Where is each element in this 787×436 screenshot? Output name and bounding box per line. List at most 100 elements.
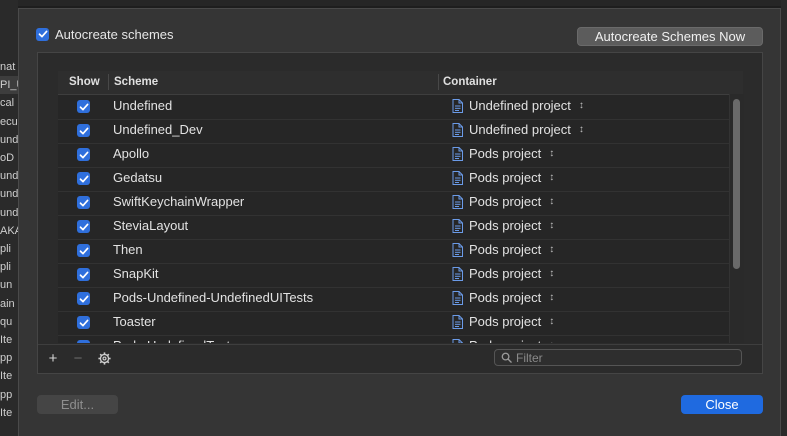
checkmark-icon bbox=[79, 247, 88, 254]
table-row[interactable]: SwiftKeychainWrapper Pods project ↕ bbox=[58, 191, 733, 216]
table-row[interactable]: SteviaLayout Pods project ↕ bbox=[58, 215, 733, 240]
checkmark-icon bbox=[79, 295, 88, 302]
scheme-name: Undefined bbox=[113, 98, 173, 113]
background-sidebar-item: und bbox=[0, 188, 18, 201]
project-document-icon bbox=[452, 170, 463, 185]
gear-icon bbox=[97, 351, 111, 365]
container-popup[interactable]: Undefined project ↕ bbox=[452, 98, 584, 113]
background-sidebar-item: qu bbox=[0, 315, 13, 328]
checkmark-icon bbox=[79, 342, 89, 344]
autocreate-schemes-now-button[interactable]: Autocreate Schemes Now bbox=[577, 27, 763, 46]
close-button[interactable]: Close bbox=[681, 395, 763, 414]
project-document-icon bbox=[452, 290, 463, 305]
project-document-icon bbox=[452, 98, 463, 113]
background-sidebar-item: pli bbox=[0, 243, 12, 255]
checkmark-icon bbox=[79, 319, 88, 326]
container-label: Pods project bbox=[469, 314, 542, 329]
checkmark-icon bbox=[79, 175, 88, 182]
project-document-icon bbox=[452, 242, 463, 257]
project-document-icon bbox=[452, 314, 463, 329]
column-divider bbox=[108, 74, 109, 90]
autocreate-checkbox[interactable] bbox=[36, 27, 49, 41]
scheme-name: Apollo bbox=[113, 146, 150, 161]
popup-chevron-icon: ↕ bbox=[549, 244, 554, 255]
scheme-name: SteviaLayout bbox=[113, 218, 189, 233]
table-row[interactable]: Pods-Undefined-UndefinedUITests Pods proj… bbox=[58, 287, 733, 312]
show-checkbox[interactable] bbox=[77, 316, 90, 329]
container-label: Pods project bbox=[469, 170, 542, 185]
scheme-name: Pods-Undefined-UndefinedUITests bbox=[113, 290, 314, 305]
container-label: Pods project bbox=[469, 338, 541, 343]
background-sidebar-item: Ite bbox=[0, 334, 13, 346]
show-checkbox[interactable] bbox=[77, 100, 90, 113]
table-row[interactable]: SnapKit Pods project ↕ bbox=[58, 263, 733, 288]
popup-chevron-icon: ↕ bbox=[549, 316, 554, 327]
edit-button[interactable]: Edit... bbox=[37, 395, 118, 414]
scheme-name: Pods-UndefinedTests bbox=[113, 338, 237, 343]
column-header-show[interactable]: Show bbox=[69, 76, 100, 88]
container-popup[interactable]: Pods project ↕ bbox=[452, 218, 554, 233]
container-popup[interactable]: Pods project ↕ bbox=[452, 170, 554, 185]
column-header-scheme[interactable]: Scheme bbox=[114, 76, 158, 88]
filter-input[interactable] bbox=[516, 350, 716, 365]
project-document-icon bbox=[452, 146, 463, 161]
container-label: Pods project bbox=[469, 290, 542, 305]
column-header-container[interactable]: Container bbox=[443, 76, 497, 88]
show-checkbox[interactable] bbox=[77, 124, 90, 137]
show-checkbox[interactable] bbox=[77, 340, 90, 343]
table-row[interactable]: Pods-UndefinedTests Pods project ↕ bbox=[58, 335, 733, 343]
background-sidebar-item: und bbox=[0, 206, 18, 219]
table-header: Show Scheme Container bbox=[58, 71, 743, 95]
schemes-table: Show Scheme Container Undefined Undefined… bbox=[58, 71, 743, 343]
container-popup[interactable]: Undefined project ↕ bbox=[452, 122, 584, 137]
show-checkbox[interactable] bbox=[77, 148, 90, 161]
checkmark-icon bbox=[79, 199, 88, 206]
table-row[interactable]: Then Pods project ↕ bbox=[58, 239, 733, 264]
column-divider bbox=[438, 74, 439, 90]
popup-chevron-icon: ↕ bbox=[578, 124, 584, 135]
show-checkbox[interactable] bbox=[77, 172, 90, 185]
container-popup[interactable]: Pods project ↕ bbox=[452, 266, 554, 281]
scheme-name: Gedatsu bbox=[113, 170, 163, 185]
autocreate-schemes-toggle[interactable]: Autocreate schemes bbox=[36, 26, 174, 42]
show-checkbox[interactable] bbox=[77, 244, 90, 257]
container-label: Pods project bbox=[469, 146, 542, 161]
popup-chevron-icon: ↕ bbox=[549, 172, 554, 183]
background-sidebar-item: und bbox=[0, 170, 18, 183]
add-scheme-button[interactable]: + bbox=[46, 350, 60, 367]
container-popup[interactable]: Pods project ↕ bbox=[452, 338, 554, 343]
show-checkbox[interactable] bbox=[77, 196, 90, 209]
table-row[interactable]: Undefined Undefined project ↕ bbox=[58, 95, 733, 120]
popup-chevron-icon: ↕ bbox=[549, 220, 554, 231]
scheme-name: Undefined_Dev bbox=[113, 122, 203, 137]
container-popup[interactable]: Pods project ↕ bbox=[452, 194, 554, 209]
search-icon bbox=[501, 352, 512, 363]
show-checkbox[interactable] bbox=[77, 268, 90, 281]
checkmark-icon bbox=[79, 271, 88, 278]
show-checkbox[interactable] bbox=[77, 220, 90, 233]
background-sidebar-item: un bbox=[0, 279, 13, 292]
scheme-settings-button[interactable] bbox=[97, 350, 111, 366]
background-sidebar-item: oD bbox=[0, 152, 15, 164]
table-row[interactable]: Toaster Pods project ↕ bbox=[58, 311, 733, 336]
background-sidebar-item: Ite bbox=[0, 370, 13, 383]
remove-scheme-button[interactable]: − bbox=[71, 350, 85, 367]
background-sidebar-item: PI_U bbox=[0, 76, 18, 95]
popup-chevron-icon: ↕ bbox=[549, 292, 554, 303]
container-label: Pods project bbox=[469, 194, 542, 209]
container-popup[interactable]: Pods project ↕ bbox=[452, 314, 554, 329]
container-popup[interactable]: Pods project ↕ bbox=[452, 242, 554, 257]
filter-field[interactable] bbox=[494, 349, 742, 366]
checkmark-icon bbox=[79, 127, 88, 134]
vertical-scrollbar[interactable] bbox=[733, 99, 740, 269]
table-row[interactable]: Gedatsu Pods project ↕ bbox=[58, 167, 733, 192]
container-popup[interactable]: Pods project ↕ bbox=[452, 146, 554, 161]
table-row[interactable]: Undefined_Dev Undefined project ↕ bbox=[58, 119, 733, 144]
table-row[interactable]: Apollo Pods project ↕ bbox=[58, 143, 733, 168]
background-sidebar-item: pp bbox=[0, 352, 13, 365]
background-sidebar-item: AKA bbox=[0, 224, 18, 237]
checkmark-icon bbox=[38, 30, 47, 38]
show-checkbox[interactable] bbox=[77, 292, 90, 305]
container-popup[interactable]: Pods project ↕ bbox=[452, 290, 554, 305]
project-document-icon bbox=[452, 218, 463, 233]
